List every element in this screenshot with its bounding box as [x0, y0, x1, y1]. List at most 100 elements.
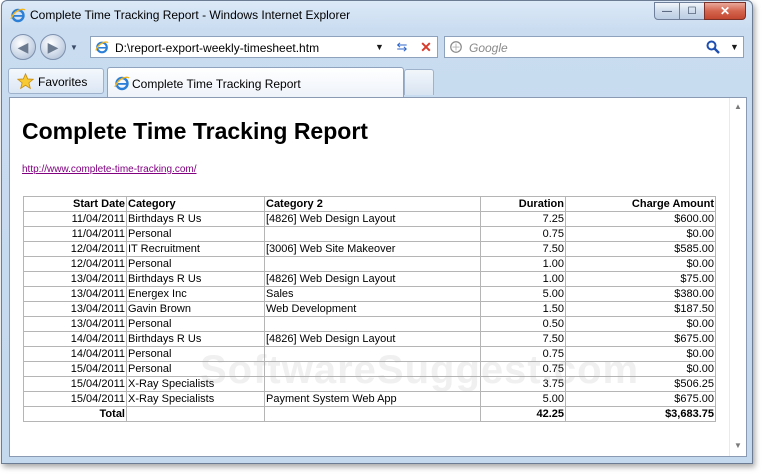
table-row: 14/04/2011 Personal 0.75 $0.00	[23, 346, 716, 362]
column-header-duration: Duration	[480, 196, 566, 212]
cell-category: Birthdays R Us	[126, 271, 265, 287]
back-icon: ◀	[17, 38, 29, 55]
tab-label: Complete Time Tracking Report	[132, 77, 301, 91]
total-row: Total 42.25 $3,683.75	[23, 406, 716, 422]
cell-duration: 1.00	[480, 256, 566, 272]
cell-duration: 0.75	[480, 346, 566, 362]
cell-category: Personal	[126, 361, 265, 377]
close-button[interactable]: ✕	[704, 2, 746, 20]
forward-button[interactable]: ▶	[40, 34, 66, 60]
cell-start-date: 14/04/2011	[23, 331, 127, 347]
cell-category-2	[264, 316, 481, 332]
cell-start-date: 13/04/2011	[23, 301, 127, 317]
cell-charge-amount: $0.00	[565, 226, 716, 242]
table-row: 14/04/2011 Birthdays R Us [4826] Web Desig…	[23, 331, 716, 347]
scroll-up-icon[interactable]: ▲	[734, 102, 742, 111]
favorites-star-icon	[17, 73, 34, 90]
cell-charge-amount: $75.00	[565, 271, 716, 287]
vertical-scrollbar[interactable]: ▲ ▼	[729, 98, 746, 456]
cell-start-date: 15/04/2011	[23, 361, 127, 377]
total-empty-cell	[126, 406, 265, 422]
table-row: 12/04/2011 IT Recruitment [3006] Web Site …	[23, 241, 716, 257]
cell-category: Gavin Brown	[126, 301, 265, 317]
address-bar[interactable]: D:\report-export-weekly-timesheet.htm ▼ …	[90, 36, 438, 58]
cell-charge-amount: $0.00	[565, 316, 716, 332]
cell-category-2	[264, 346, 481, 362]
cell-start-date: 14/04/2011	[23, 346, 127, 362]
total-charge: $3,683.75	[565, 406, 716, 422]
search-icon[interactable]	[705, 39, 721, 55]
cell-duration: 1.50	[480, 301, 566, 317]
maximize-button[interactable]: ☐	[679, 2, 705, 20]
refresh-icon[interactable]: ⇆	[391, 38, 413, 56]
search-placeholder[interactable]: Google	[469, 41, 508, 55]
column-header-start-date: Start Date	[23, 196, 127, 212]
cell-category-2: Payment System Web App	[264, 391, 481, 407]
cell-category-2: [4826] Web Design Layout	[264, 271, 481, 287]
favorites-button[interactable]: Favorites	[8, 68, 104, 94]
website-link[interactable]: http://www.complete-time-tracking.com/	[22, 164, 197, 175]
cell-duration: 7.50	[480, 331, 566, 347]
page-icon	[95, 41, 109, 54]
cell-category-2	[264, 376, 481, 392]
cell-charge-amount: $675.00	[565, 391, 716, 407]
stop-icon[interactable]: ✕	[415, 38, 437, 56]
column-header-category-2: Category 2	[264, 196, 481, 212]
table-row: 13/04/2011 Personal 0.50 $0.00	[23, 316, 716, 332]
cell-category: IT Recruitment	[126, 241, 265, 257]
cell-category: Birthdays R Us	[126, 211, 265, 227]
column-header-category: Category	[126, 196, 265, 212]
table-row: 15/04/2011 X-Ray Specialists Payment Syste…	[23, 391, 716, 407]
cell-start-date: 11/04/2011	[23, 226, 127, 242]
scroll-down-icon[interactable]: ▼	[734, 441, 742, 450]
cell-charge-amount: $0.00	[565, 361, 716, 377]
cell-charge-amount: $0.00	[565, 256, 716, 272]
cell-charge-amount: $0.00	[565, 346, 716, 362]
navigation-bar: ◀ ▶ ▼ D:\report-export-weekly-timesheet.…	[2, 31, 752, 63]
cell-duration: 0.75	[480, 226, 566, 242]
table-body: 11/04/2011 Birthdays R Us [4826] Web Desig…	[23, 211, 716, 407]
ie-logo-icon	[10, 8, 26, 23]
cell-start-date: 12/04/2011	[23, 241, 127, 257]
cell-duration: 3.75	[480, 376, 566, 392]
cell-start-date: 12/04/2011	[23, 256, 127, 272]
cell-start-date: 15/04/2011	[23, 391, 127, 407]
search-engine-icon	[450, 41, 462, 53]
cell-charge-amount: $380.00	[565, 286, 716, 302]
page-content: Complete Time Tracking Report http://www…	[9, 97, 747, 457]
cell-duration: 5.00	[480, 391, 566, 407]
favorites-label: Favorites	[38, 75, 88, 89]
search-box[interactable]: Google ▼	[444, 36, 744, 58]
address-text[interactable]: D:\report-export-weekly-timesheet.htm	[115, 41, 319, 55]
forward-icon: ▶	[47, 38, 59, 55]
table-row: 11/04/2011 Personal 0.75 $0.00	[23, 226, 716, 242]
cell-start-date: 13/04/2011	[23, 271, 127, 287]
recent-pages-dropdown[interactable]: ▼	[70, 43, 78, 52]
new-tab-button[interactable]	[404, 69, 434, 95]
cell-duration: 5.00	[480, 286, 566, 302]
cell-category: X-Ray Specialists	[126, 376, 265, 392]
table-row: 15/04/2011 Personal 0.75 $0.00	[23, 361, 716, 377]
cell-start-date: 13/04/2011	[23, 316, 127, 332]
cell-duration: 0.75	[480, 361, 566, 377]
cell-category-2: Sales	[264, 286, 481, 302]
cell-category-2: [3006] Web Site Makeover	[264, 241, 481, 257]
address-dropdown-icon[interactable]: ▼	[375, 42, 384, 52]
tab-active[interactable]: Complete Time Tracking Report	[107, 67, 404, 97]
table-header-row: Start Date Category Category 2 Duration …	[23, 196, 716, 212]
search-options-dropdown[interactable]: ▼	[730, 42, 739, 52]
total-label: Total	[23, 406, 127, 422]
cell-category-2	[264, 256, 481, 272]
title-bar: Complete Time Tracking Report - Windows …	[2, 1, 752, 29]
cell-start-date: 11/04/2011	[23, 211, 127, 227]
total-empty-cell	[264, 406, 481, 422]
back-button[interactable]: ◀	[10, 34, 36, 60]
page-title: Complete Time Tracking Report	[22, 118, 368, 144]
cell-category: X-Ray Specialists	[126, 391, 265, 407]
cell-category-2: [4826] Web Design Layout	[264, 211, 481, 227]
cell-category: Personal	[126, 226, 265, 242]
table-row: 11/04/2011 Birthdays R Us [4826] Web Desig…	[23, 211, 716, 227]
cell-charge-amount: $585.00	[565, 241, 716, 257]
minimize-button[interactable]: —	[654, 2, 680, 20]
cell-category: Birthdays R Us	[126, 331, 265, 347]
